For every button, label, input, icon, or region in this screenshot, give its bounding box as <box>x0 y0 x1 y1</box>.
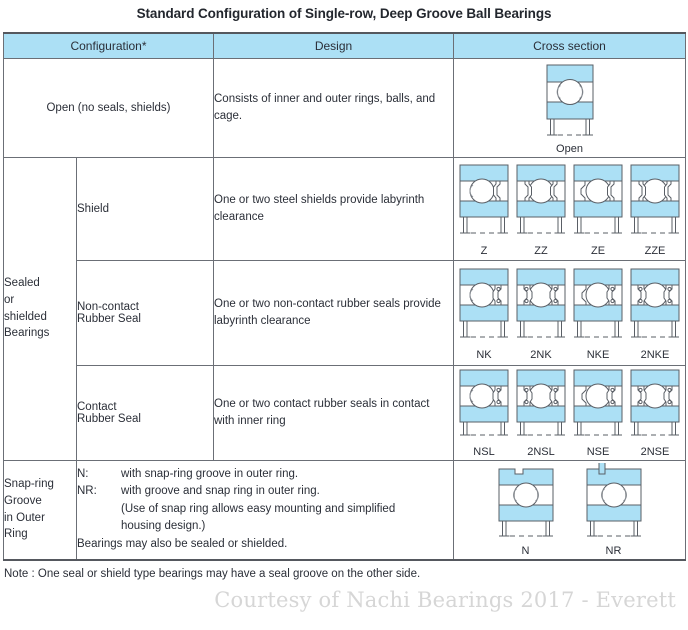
bearing-shield-ze-icon <box>573 164 623 233</box>
diagram-2nke: 2NKE <box>628 265 682 361</box>
snapring-note-line-1: (Use of snap ring allows easy mounting a… <box>121 502 396 515</box>
cell-shield-subtype: Shield <box>76 156 214 261</box>
diagram-nr: NR <box>577 462 651 557</box>
table-row-open: Open (no seals, shields) Consists of inn… <box>3 57 686 158</box>
subtype-line-2: Rubber Seal <box>77 412 141 425</box>
table-row-shield: Sealed or shielded Bearings Shield One o… <box>3 156 686 461</box>
header-design: Design <box>213 32 454 59</box>
cell-snapring-label: Snap-ring Groove in Outer Ring <box>3 459 77 561</box>
diagram-label: Open <box>556 142 583 155</box>
diagram-nse: NSE <box>571 368 625 458</box>
bearing-seal-2nse-icon <box>630 369 680 435</box>
diagram-n: N <box>489 463 563 557</box>
snapring-tail: Bearings may also be sealed or shielded. <box>77 538 288 551</box>
diagram-label: 2NSE <box>640 445 670 458</box>
snapring-label-line-2: Groove <box>4 495 42 508</box>
diagram-label: 2NSL <box>527 445 555 458</box>
snapring-label-line-3: in Outer <box>4 511 45 524</box>
page-title: Standard Configuration of Single-row, De… <box>136 6 552 21</box>
group-label-line-2: or <box>4 293 15 306</box>
table-row-contact-seal: Contact Rubber Seal One or two contact r… <box>4 364 686 461</box>
diagram-nsl: NSL <box>457 368 511 458</box>
diagram-2nk: 2NK <box>514 265 568 361</box>
cell-open-design: Consists of inner and outer rings, balls… <box>213 57 454 158</box>
diagram-label: NK <box>476 348 492 361</box>
cell-shield-design: One or two steel shields provide labyrin… <box>213 156 454 261</box>
group-label-line-1: Sealed <box>4 277 40 290</box>
diagram-nk: NK <box>457 265 511 361</box>
diagram-2nse: 2NSE <box>628 368 682 458</box>
bearing-snapring-icon <box>586 462 641 537</box>
diagram-zz: ZZ <box>514 161 568 257</box>
bearing-seal-nsl-icon <box>459 369 509 435</box>
configuration-table: Configuration* Design Cross section Open… <box>3 32 686 561</box>
header-configuration: Configuration* <box>3 32 214 59</box>
cell-sealed-group-label: Sealed or shielded Bearings <box>3 156 77 461</box>
snapring-line-nr: NR: with groove and snap ring in outer r… <box>77 483 453 500</box>
table-row-snapring: Snap-ring Groove in Outer Ring N: with s… <box>3 459 686 561</box>
subtype-line-2: Rubber Seal <box>77 312 141 325</box>
diagram-label: 2NK <box>530 348 552 361</box>
cell-contact-design: One or two contact rubber seals in conta… <box>213 364 454 461</box>
bearing-shield-zz-icon <box>516 164 566 233</box>
table-row-noncontact-seal: Non-contact Rubber Seal One or two non-c… <box>4 259 686 366</box>
diagram-zze: ZZE <box>628 161 682 257</box>
bearing-seal-2nsl-icon <box>516 369 566 435</box>
diagram-label: ZZ <box>534 244 548 257</box>
bearing-seal-nse-icon <box>573 369 623 435</box>
cell-contact-subtype: Contact Rubber Seal <box>76 364 214 461</box>
snapring-text-n: with snap-ring groove in outer ring. <box>121 468 299 481</box>
diagram-label: 2NKE <box>640 348 670 361</box>
header-cross-section: Cross section <box>453 32 686 59</box>
snapring-line-n: N: with snap-ring groove in outer ring. <box>77 466 453 483</box>
cell-noncontact-subtype: Non-contact Rubber Seal <box>76 259 214 366</box>
diagram-ze: ZE <box>571 161 625 257</box>
diagram-2nsl: 2NSL <box>514 368 568 458</box>
subtype-line-1: Non-contact <box>77 300 140 313</box>
diagram-label: NSE <box>586 445 610 458</box>
diagram-open: Open <box>522 61 618 155</box>
bearing-open-icon <box>546 64 593 135</box>
bearing-configuration-figure: Standard Configuration of Single-row, De… <box>0 0 688 630</box>
group-label-line-3: shielded <box>4 310 47 323</box>
cell-snapring-design: N: with snap-ring groove in outer ring. … <box>76 459 454 561</box>
bearing-shield-z-icon <box>459 164 509 233</box>
snapring-label-line-4: Ring <box>4 528 28 541</box>
table-header-row: Configuration* Design Cross section <box>3 32 686 59</box>
diagram-label: N <box>521 544 530 557</box>
diagram-label: NR <box>605 544 622 557</box>
cell-open-configuration: Open (no seals, shields) <box>3 57 214 158</box>
watermark-text: Courtesy of Nachi Bearings 2017 - Everet… <box>214 588 676 612</box>
subtype-line-1: Contact <box>77 400 117 413</box>
diagram-label: NKE <box>586 348 610 361</box>
cell-open-cross-section: Open <box>453 57 686 158</box>
snapring-key-n: N: <box>77 468 89 481</box>
cell-noncontact-design: One or two non-contact rubber seals prov… <box>213 259 454 366</box>
diagram-label: Z <box>480 244 488 257</box>
snapring-label-line-1: Snap-ring <box>4 478 54 491</box>
cell-contact-cross-section: NSL 2NSL NSE 2NSE <box>453 364 686 461</box>
snapring-key-nr: NR: <box>77 485 97 498</box>
diagram-label: NSL <box>473 445 495 458</box>
bearing-snapring-groove-icon <box>498 468 553 537</box>
cell-noncontact-cross-section: NK 2NK NKE 2NKE <box>453 259 686 366</box>
diagram-label: ZE <box>590 244 606 257</box>
group-label-line-4: Bearings <box>4 327 50 340</box>
footer-note: Note : One seal or shield type bearings … <box>4 568 421 580</box>
bearing-seal-2nke-icon <box>630 268 680 337</box>
bearing-shield-zze-icon <box>630 164 680 233</box>
snapring-text-nr: with groove and snap ring in outer ring. <box>121 485 320 498</box>
cell-snapring-cross-section: N NR <box>453 459 686 561</box>
diagram-z: Z <box>457 161 511 257</box>
diagram-label: ZZE <box>644 244 666 257</box>
snapring-note-line-2: housing design.) <box>121 519 206 532</box>
bearing-seal-nke-icon <box>573 268 623 337</box>
cell-shield-cross-section: Z ZZ ZE ZZE <box>453 156 686 261</box>
bearing-seal-nk-icon <box>459 268 509 337</box>
bearing-seal-2nk-icon <box>516 268 566 337</box>
diagram-nke: NKE <box>571 265 625 361</box>
